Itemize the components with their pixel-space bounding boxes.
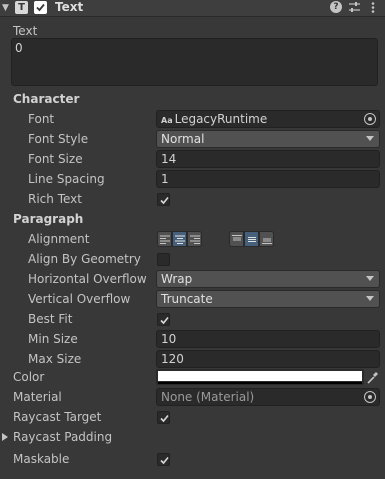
align-left-button[interactable]	[157, 231, 172, 247]
font-size-label: Font Size	[28, 152, 83, 166]
eyedropper-icon[interactable]	[366, 369, 380, 385]
dropdown-arrow-icon	[366, 136, 374, 141]
color-label: Color	[13, 370, 45, 384]
max-size-field[interactable]: 120	[156, 350, 380, 368]
text-component-icon: T	[15, 1, 28, 14]
vertical-overflow-dropdown[interactable]: Truncate	[156, 290, 380, 308]
vertical-overflow-value: Truncate	[161, 292, 213, 306]
alpha-bar	[158, 382, 362, 384]
color-field[interactable]	[156, 369, 364, 385]
horizontal-overflow-value: Wrap	[161, 272, 193, 286]
dropdown-arrow-icon	[366, 296, 374, 301]
rich-text-label: Rich Text	[28, 192, 82, 206]
best-fit-checkbox[interactable]	[157, 313, 170, 326]
horizontal-alignment-group	[157, 231, 202, 247]
raycast-target-label: Raycast Target	[13, 410, 102, 424]
material-label: Material	[13, 390, 62, 404]
raycast-padding-label[interactable]: Raycast Padding	[13, 428, 112, 446]
object-picker-icon[interactable]	[364, 113, 376, 125]
font-field[interactable]: Aa LegacyRuntime	[156, 110, 380, 128]
material-value: None (Material)	[161, 390, 255, 404]
dropdown-arrow-icon	[366, 276, 374, 281]
line-spacing-field[interactable]: 1	[156, 170, 380, 188]
vertical-alignment-group	[229, 231, 274, 247]
text-input[interactable]: 0	[11, 38, 378, 86]
component-title: Text	[55, 0, 84, 14]
align-top-button[interactable]	[229, 231, 244, 247]
align-middle-button[interactable]	[244, 231, 259, 247]
raycast-target-checkbox[interactable]	[157, 411, 170, 424]
font-style-value: Normal	[161, 132, 205, 146]
context-menu-icon[interactable]	[369, 1, 377, 14]
line-spacing-label: Line Spacing	[28, 172, 105, 186]
raycast-padding-foldout-icon[interactable]	[2, 433, 8, 441]
align-center-button[interactable]	[172, 231, 187, 247]
component-header: ▼ T Text ?	[0, 0, 385, 17]
font-label: Font	[28, 112, 55, 126]
horizontal-overflow-label: Horizontal Overflow	[28, 272, 147, 286]
character-heading: Character	[13, 92, 80, 106]
font-size-field[interactable]: 14	[156, 150, 380, 168]
foldout-arrow-icon[interactable]: ▼	[2, 2, 12, 14]
presets-icon[interactable]	[348, 1, 361, 14]
align-by-geometry-label: Align By Geometry	[28, 252, 141, 266]
material-field[interactable]: None (Material)	[156, 388, 380, 406]
min-size-label: Min Size	[28, 332, 78, 346]
align-right-button[interactable]	[187, 231, 202, 247]
max-size-label: Max Size	[28, 352, 82, 366]
horizontal-overflow-dropdown[interactable]: Wrap	[156, 270, 380, 288]
component-enabled-checkbox[interactable]	[34, 1, 47, 14]
font-asset-icon: Aa	[161, 116, 173, 125]
best-fit-label: Best Fit	[28, 312, 73, 326]
maskable-checkbox[interactable]	[157, 453, 170, 466]
rich-text-checkbox[interactable]	[157, 193, 170, 206]
font-value: LegacyRuntime	[174, 112, 268, 126]
maskable-label: Maskable	[13, 452, 70, 466]
vertical-overflow-label: Vertical Overflow	[28, 292, 131, 306]
color-swatch	[158, 371, 362, 381]
paragraph-heading: Paragraph	[13, 212, 84, 226]
alignment-label: Alignment	[28, 232, 90, 246]
align-bottom-button[interactable]	[259, 231, 274, 247]
help-icon[interactable]: ?	[330, 1, 342, 13]
align-by-geometry-checkbox[interactable]	[157, 253, 170, 266]
min-size-field[interactable]: 10	[156, 330, 380, 348]
font-style-label: Font Style	[28, 132, 89, 146]
object-picker-icon[interactable]	[364, 391, 376, 403]
font-style-dropdown[interactable]: Normal	[156, 130, 380, 148]
